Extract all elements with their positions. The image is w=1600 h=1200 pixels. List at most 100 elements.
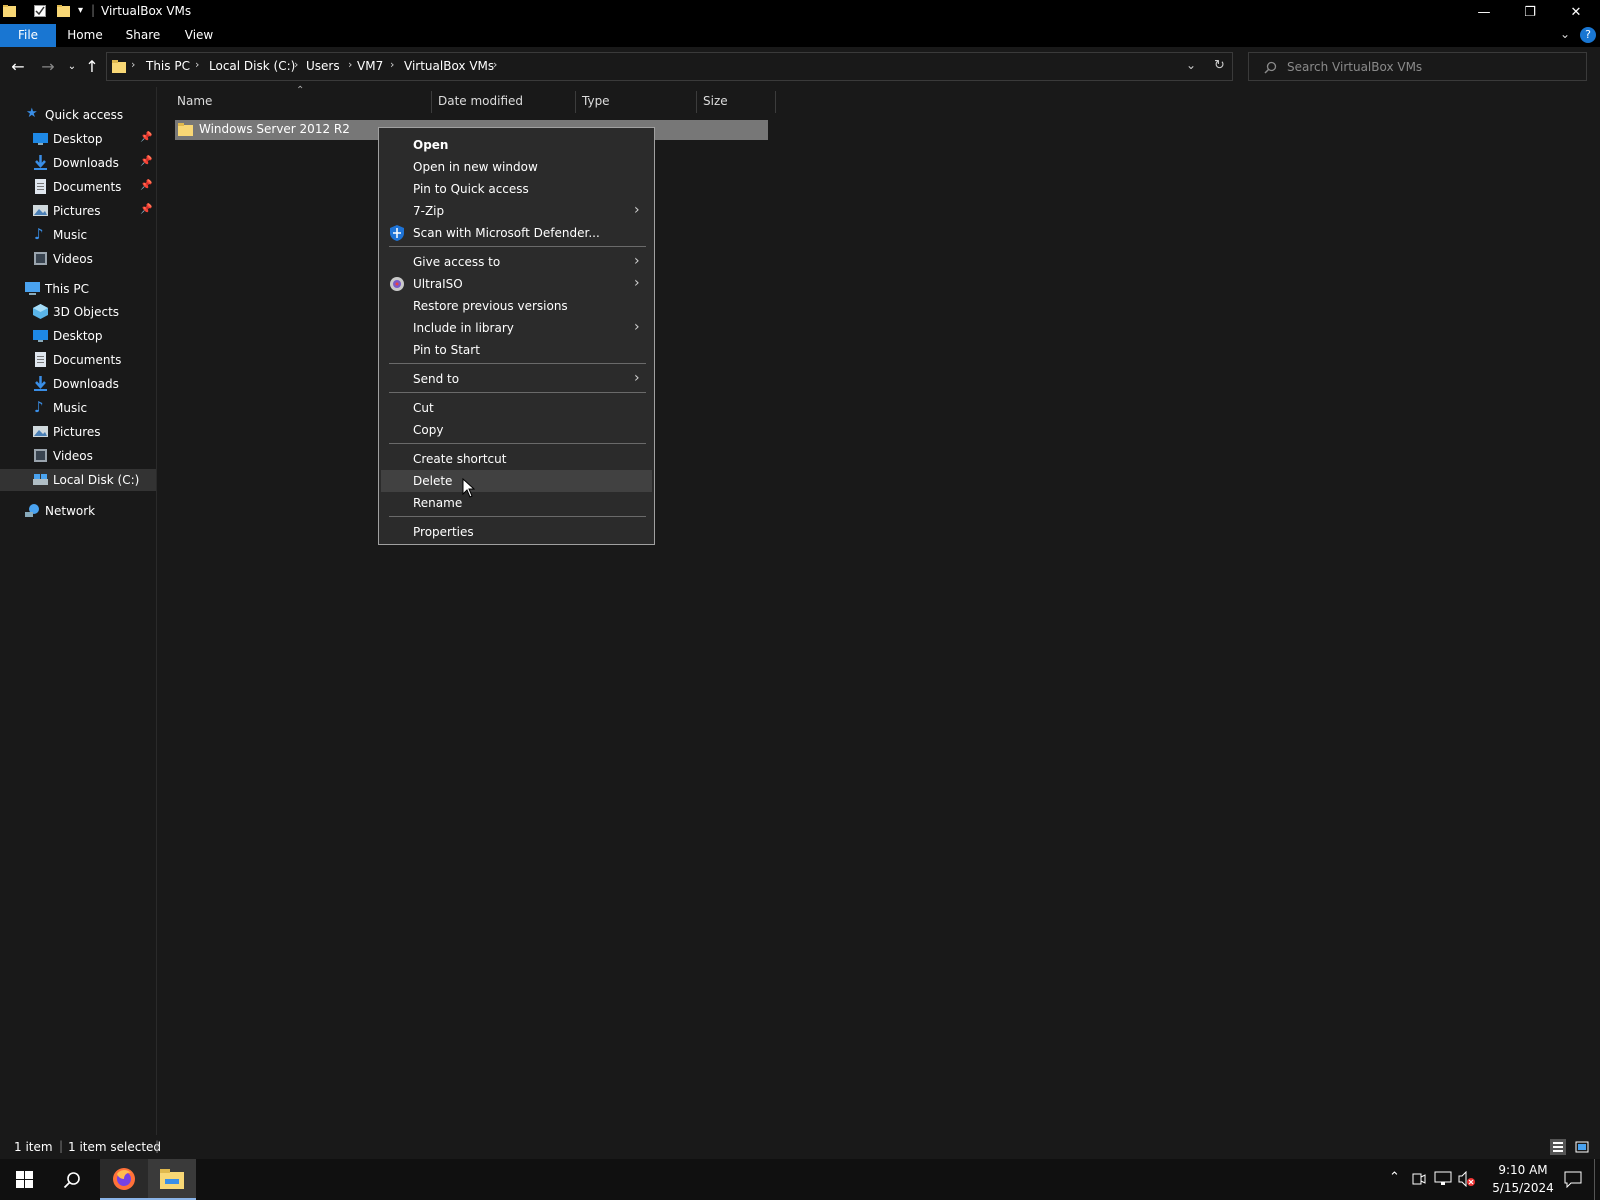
expand-ribbon-icon[interactable]: ⌄ bbox=[1560, 27, 1570, 41]
column-header-name[interactable]: Name bbox=[177, 87, 427, 115]
new-folder-icon[interactable] bbox=[57, 5, 70, 17]
menu-item-pin-to-start[interactable]: Pin to Start bbox=[381, 339, 652, 361]
breadcrumb-users[interactable]: Users bbox=[306, 59, 340, 73]
search-button[interactable] bbox=[48, 1159, 96, 1200]
nav-pictures[interactable]: Pictures bbox=[0, 421, 156, 443]
submenu-arrow-icon: › bbox=[634, 253, 640, 269]
menu-item-create-shortcut[interactable]: Create shortcut bbox=[381, 448, 652, 470]
menu-item-restore-previous-versions[interactable]: Restore previous versions bbox=[381, 295, 652, 317]
nav-desktop[interactable]: Desktop bbox=[0, 325, 156, 347]
network-status-icon[interactable] bbox=[1434, 1171, 1452, 1187]
nav-network[interactable]: Network bbox=[0, 500, 156, 522]
column-separator[interactable] bbox=[575, 91, 576, 113]
column-separator[interactable] bbox=[696, 91, 697, 113]
address-bar[interactable]: › This PC › Local Disk (C:) › Users › VM… bbox=[106, 52, 1233, 81]
search-input[interactable]: Search VirtualBox VMs bbox=[1248, 52, 1587, 81]
nav-music[interactable]: ♪ Music bbox=[0, 397, 156, 419]
nav-this-pc[interactable]: This PC bbox=[0, 278, 156, 300]
clock-time[interactable]: 9:10 AM bbox=[1488, 1163, 1558, 1177]
breadcrumb-this-pc[interactable]: This PC bbox=[146, 59, 190, 73]
large-icons-view-button[interactable] bbox=[1574, 1139, 1590, 1155]
pin-icon[interactable]: 📌 bbox=[140, 204, 152, 215]
menu-item-include-in-library[interactable]: Include in library › bbox=[381, 317, 652, 339]
recent-locations-icon[interactable]: ⌄ bbox=[62, 57, 82, 77]
title-divider: | bbox=[91, 3, 96, 17]
details-view-button[interactable] bbox=[1550, 1139, 1566, 1155]
menu-separator bbox=[389, 246, 646, 247]
firefox-taskbar-button[interactable] bbox=[100, 1159, 148, 1200]
column-separator[interactable] bbox=[431, 91, 432, 113]
nav-label: Documents bbox=[53, 353, 122, 367]
nav-quick-pictures[interactable]: Pictures 📌 bbox=[0, 200, 156, 222]
breadcrumb-separator-icon[interactable]: › bbox=[195, 58, 199, 71]
refresh-icon[interactable]: ↻ bbox=[1214, 58, 1225, 73]
column-header-type[interactable]: Type bbox=[582, 87, 692, 115]
pin-icon[interactable]: 📌 bbox=[140, 156, 152, 167]
menu-item-delete[interactable]: Delete bbox=[381, 470, 652, 492]
breadcrumb-local-disk[interactable]: Local Disk (C:) bbox=[209, 59, 295, 73]
restore-button[interactable]: ❐ bbox=[1507, 0, 1553, 24]
nav-quick-videos[interactable]: Videos bbox=[0, 248, 156, 270]
menu-item-open-in-new-window[interactable]: Open in new window bbox=[381, 156, 652, 178]
breadcrumb-vm7[interactable]: VM7 bbox=[357, 59, 383, 73]
customize-quick-access-icon[interactable]: ▾ bbox=[78, 5, 83, 16]
breadcrumb-separator-icon[interactable]: › bbox=[131, 58, 135, 71]
menu-item-scan-with-defender[interactable]: Scan with Microsoft Defender... bbox=[381, 222, 652, 244]
menu-item-copy[interactable]: Copy bbox=[381, 419, 652, 441]
menu-item-label: Send to bbox=[413, 372, 460, 386]
tab-share[interactable]: Share bbox=[120, 24, 166, 47]
start-button[interactable] bbox=[0, 1159, 48, 1200]
close-button[interactable]: ✕ bbox=[1553, 0, 1599, 24]
nav-documents[interactable]: Documents bbox=[0, 349, 156, 371]
pin-icon[interactable]: 📌 bbox=[140, 180, 152, 191]
nav-quick-documents[interactable]: Documents 📌 bbox=[0, 176, 156, 198]
status-bar: 1 item | 1 item selected | bbox=[0, 1135, 1600, 1159]
nav-local-disk[interactable]: Local Disk (C:) bbox=[0, 469, 156, 491]
notification-center-icon[interactable] bbox=[1564, 1171, 1582, 1188]
breadcrumb-virtualbox-vms[interactable]: VirtualBox VMs bbox=[404, 59, 494, 73]
menu-item-cut[interactable]: Cut bbox=[381, 397, 652, 419]
nav-3d-objects[interactable]: 3D Objects bbox=[0, 301, 156, 323]
breadcrumb-separator-icon[interactable]: › bbox=[493, 58, 497, 71]
column-header-size[interactable]: Size bbox=[703, 87, 773, 115]
tab-view[interactable]: View bbox=[176, 24, 222, 47]
breadcrumb-separator-icon[interactable]: › bbox=[348, 58, 352, 71]
back-arrow-icon[interactable]: ← bbox=[8, 57, 28, 77]
column-separator[interactable] bbox=[775, 91, 776, 113]
properties-check-icon[interactable] bbox=[34, 5, 46, 17]
minimize-button[interactable]: — bbox=[1461, 0, 1507, 24]
submenu-arrow-icon: › bbox=[634, 202, 640, 218]
nav-quick-downloads[interactable]: Downloads 📌 bbox=[0, 152, 156, 174]
nav-downloads[interactable]: Downloads bbox=[0, 373, 156, 395]
file-explorer-taskbar-button[interactable] bbox=[148, 1159, 196, 1200]
menu-item-pin-to-quick-access[interactable]: Pin to Quick access bbox=[381, 178, 652, 200]
volume-muted-icon[interactable] bbox=[1458, 1171, 1476, 1187]
menu-item-7zip[interactable]: 7-Zip › bbox=[381, 200, 652, 222]
menu-item-label: Include in library bbox=[413, 321, 514, 335]
breadcrumb-separator-icon[interactable]: › bbox=[294, 58, 298, 71]
column-header-date-modified[interactable]: Date modified bbox=[438, 87, 578, 115]
menu-item-ultraiso[interactable]: UltraISO › bbox=[381, 273, 652, 295]
menu-item-properties[interactable]: Properties bbox=[381, 521, 652, 543]
tab-file[interactable]: File bbox=[0, 24, 56, 47]
help-icon[interactable]: ? bbox=[1580, 27, 1596, 43]
menu-item-rename[interactable]: Rename bbox=[381, 492, 652, 514]
show-desktop-button[interactable] bbox=[1594, 1159, 1595, 1200]
menu-item-give-access-to[interactable]: Give access to › bbox=[381, 251, 652, 273]
breadcrumb-separator-icon[interactable]: › bbox=[390, 58, 394, 71]
up-arrow-icon[interactable]: ↑ bbox=[82, 57, 102, 77]
nav-quick-music[interactable]: ♪ Music bbox=[0, 224, 156, 246]
address-dropdown-icon[interactable]: ⌄ bbox=[1186, 58, 1196, 72]
pin-icon[interactable]: 📌 bbox=[140, 132, 152, 143]
forward-arrow-icon[interactable]: → bbox=[38, 57, 58, 77]
star-icon: ★ bbox=[26, 106, 38, 121]
menu-item-send-to[interactable]: Send to › bbox=[381, 368, 652, 390]
nav-videos[interactable]: Videos bbox=[0, 445, 156, 467]
tab-home[interactable]: Home bbox=[62, 24, 108, 47]
clock-date[interactable]: 5/15/2024 bbox=[1488, 1181, 1558, 1195]
menu-item-open[interactable]: Open bbox=[381, 134, 652, 156]
show-hidden-icons-icon[interactable]: ⌃ bbox=[1389, 1170, 1400, 1185]
meet-now-icon[interactable] bbox=[1412, 1171, 1426, 1187]
nav-quick-desktop[interactable]: Desktop 📌 bbox=[0, 128, 156, 150]
nav-quick-access[interactable]: ★ Quick access bbox=[0, 104, 156, 126]
